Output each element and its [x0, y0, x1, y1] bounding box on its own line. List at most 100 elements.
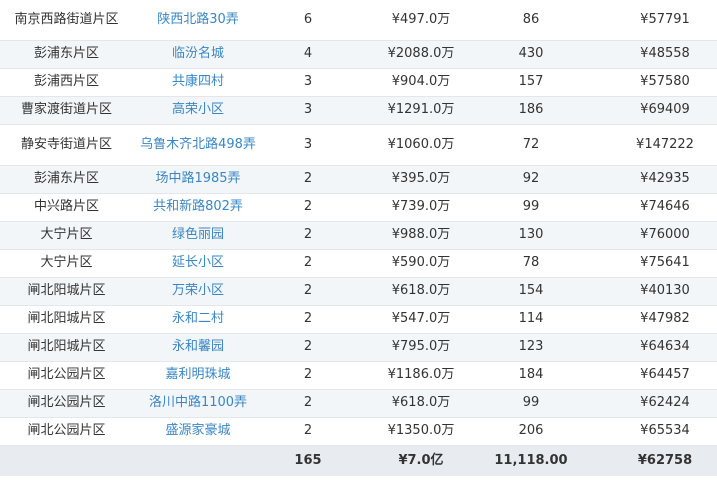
count-cell: 2: [263, 333, 353, 362]
community-link[interactable]: 延长小区: [172, 255, 224, 270]
district-cell: 静安寺街道片区: [0, 124, 133, 166]
community-link[interactable]: 乌鲁木齐北路498弄: [140, 137, 256, 152]
unit-price-cell: ¥42935: [587, 165, 717, 194]
table-body: 南京西路街道片区 陕西北路30弄 6 ¥497.0万 86 ¥57791 彭浦东片区 临汾名城…: [0, 0, 717, 446]
table-row: 彭浦东片区 临汾名城 4 ¥2088.0万 430 ¥48558: [0, 40, 717, 69]
community-cell: 盛源家豪城: [133, 417, 263, 446]
community-link[interactable]: 嘉利明珠城: [165, 367, 230, 382]
summary-unit-price: ¥62758: [587, 444, 717, 476]
district-cell: 闸北公园片区: [0, 361, 133, 390]
area-cell: 99: [475, 389, 587, 418]
count-cell: 2: [263, 221, 353, 250]
community-cell: 陕西北路30弄: [133, 0, 263, 41]
community-link[interactable]: 临汾名城: [172, 46, 224, 61]
area-cell: 184: [475, 361, 587, 390]
district-cell: 闸北公园片区: [0, 389, 133, 418]
count-cell: 3: [263, 96, 353, 125]
total-price-cell: ¥2088.0万: [353, 40, 475, 69]
total-price-cell: ¥590.0万: [353, 249, 475, 278]
unit-price-cell: ¥69409: [587, 96, 717, 125]
area-cell: 186: [475, 96, 587, 125]
table-row: 大宁片区 绿色丽园 2 ¥988.0万 130 ¥76000: [0, 221, 717, 250]
district-cell: 彭浦东片区: [0, 165, 133, 194]
community-link[interactable]: 场中路1985弄: [155, 171, 240, 186]
community-link[interactable]: 万荣小区: [172, 283, 224, 298]
unit-price-cell: ¥74646: [587, 193, 717, 222]
community-link[interactable]: 盛源家豪城: [165, 423, 230, 438]
area-cell: 72: [475, 124, 587, 166]
count-cell: 2: [263, 277, 353, 306]
total-price-cell: ¥988.0万: [353, 221, 475, 250]
area-cell: 78: [475, 249, 587, 278]
community-link[interactable]: 绿色丽园: [172, 227, 224, 242]
count-cell: 2: [263, 249, 353, 278]
unit-price-cell: ¥75641: [587, 249, 717, 278]
unit-price-cell: ¥40130: [587, 277, 717, 306]
area-cell: 86: [475, 0, 587, 41]
community-cell: 共和新路802弄: [133, 193, 263, 222]
community-cell: 嘉利明珠城: [133, 361, 263, 390]
summary-community: [133, 444, 263, 476]
community-cell: 洛川中路1100弄: [133, 389, 263, 418]
total-price-cell: ¥618.0万: [353, 389, 475, 418]
total-price-cell: ¥547.0万: [353, 305, 475, 334]
area-cell: 430: [475, 40, 587, 69]
community-link[interactable]: 高荣小区: [172, 102, 224, 117]
district-cell: 彭浦东片区: [0, 40, 133, 69]
total-price-cell: ¥618.0万: [353, 277, 475, 306]
table-row: 闸北公园片区 洛川中路1100弄 2 ¥618.0万 99 ¥62424: [0, 389, 717, 418]
district-cell: 南京西路街道片区: [0, 0, 133, 41]
community-link[interactable]: 陕西北路30弄: [157, 12, 239, 27]
area-cell: 130: [475, 221, 587, 250]
table-row: 南京西路街道片区 陕西北路30弄 6 ¥497.0万 86 ¥57791: [0, 0, 717, 41]
district-cell: 闸北阳城片区: [0, 333, 133, 362]
district-cell: 闸北阳城片区: [0, 277, 133, 306]
unit-price-cell: ¥64457: [587, 361, 717, 390]
area-cell: 114: [475, 305, 587, 334]
count-cell: 2: [263, 389, 353, 418]
summary-area: 11,118.00: [475, 444, 587, 476]
summary-total-price: ¥7.0亿: [353, 444, 475, 476]
count-cell: 2: [263, 305, 353, 334]
community-link[interactable]: 永和二村: [172, 311, 224, 326]
count-cell: 3: [263, 124, 353, 166]
unit-price-cell: ¥47982: [587, 305, 717, 334]
count-cell: 3: [263, 68, 353, 97]
total-price-cell: ¥497.0万: [353, 0, 475, 41]
table-footer: 165 ¥7.0亿 11,118.00 ¥62758: [0, 444, 717, 476]
community-link[interactable]: 共康四村: [172, 74, 224, 89]
community-link[interactable]: 洛川中路1100弄: [149, 395, 247, 410]
community-cell: 万荣小区: [133, 277, 263, 306]
total-price-cell: ¥795.0万: [353, 333, 475, 362]
area-cell: 157: [475, 68, 587, 97]
unit-price-cell: ¥147222: [587, 124, 717, 166]
community-cell: 永和馨园: [133, 333, 263, 362]
count-cell: 4: [263, 40, 353, 69]
district-cell: 大宁片区: [0, 221, 133, 250]
unit-price-cell: ¥62424: [587, 389, 717, 418]
total-price-cell: ¥395.0万: [353, 165, 475, 194]
total-price-cell: ¥904.0万: [353, 68, 475, 97]
community-link[interactable]: 永和馨园: [172, 339, 224, 354]
district-cell: 闸北公园片区: [0, 417, 133, 446]
summary-row: 165 ¥7.0亿 11,118.00 ¥62758: [0, 444, 717, 476]
table-row: 大宁片区 延长小区 2 ¥590.0万 78 ¥75641: [0, 249, 717, 278]
area-cell: 99: [475, 193, 587, 222]
area-cell: 92: [475, 165, 587, 194]
table-row: 闸北公园片区 盛源家豪城 2 ¥1350.0万 206 ¥65534: [0, 417, 717, 446]
table-row: 曹家渡街道片区 高荣小区 3 ¥1291.0万 186 ¥69409: [0, 96, 717, 125]
count-cell: 2: [263, 417, 353, 446]
unit-price-cell: ¥76000: [587, 221, 717, 250]
community-cell: 永和二村: [133, 305, 263, 334]
district-cell: 大宁片区: [0, 249, 133, 278]
community-link[interactable]: 共和新路802弄: [153, 199, 243, 214]
count-cell: 2: [263, 193, 353, 222]
area-cell: 123: [475, 333, 587, 362]
unit-price-cell: ¥64634: [587, 333, 717, 362]
area-cell: 154: [475, 277, 587, 306]
community-cell: 临汾名城: [133, 40, 263, 69]
total-price-cell: ¥739.0万: [353, 193, 475, 222]
unit-price-cell: ¥65534: [587, 417, 717, 446]
table-row: 闸北阳城片区 万荣小区 2 ¥618.0万 154 ¥40130: [0, 277, 717, 306]
district-cell: 中兴路片区: [0, 193, 133, 222]
